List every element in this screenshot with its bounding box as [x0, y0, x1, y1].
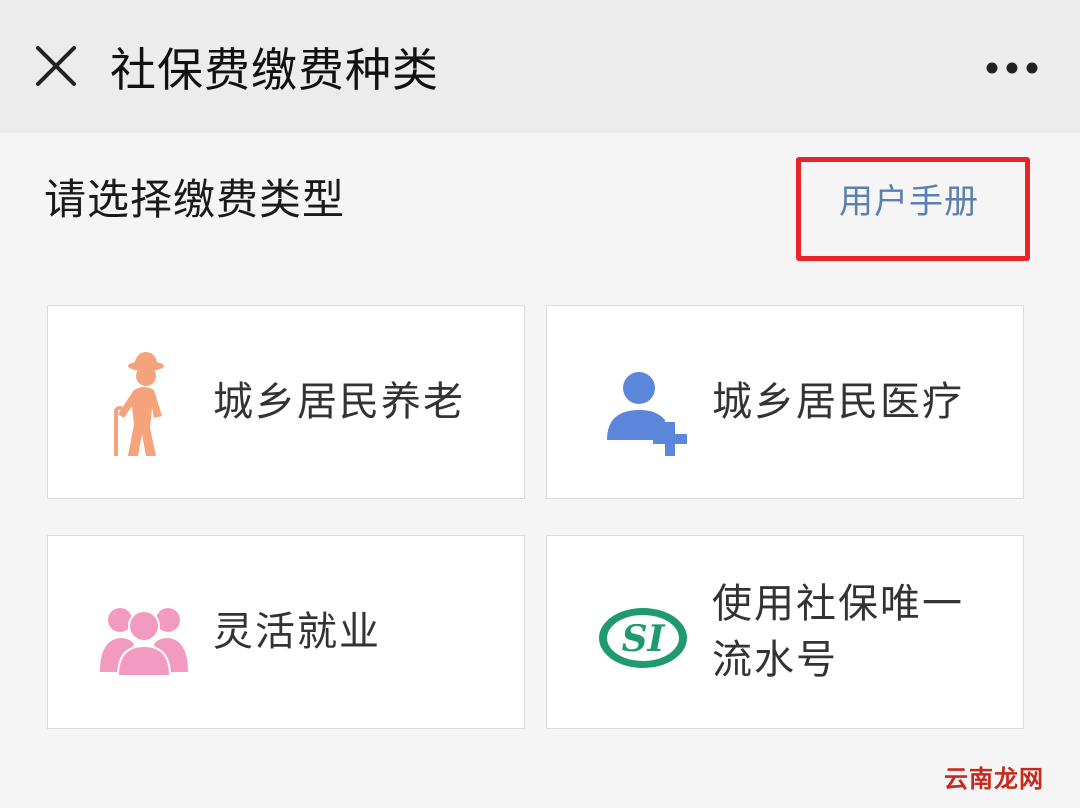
close-icon[interactable]: [30, 40, 82, 92]
card-label: 使用社保唯一 流水号: [712, 576, 992, 688]
card-label: 城乡居民养老: [213, 379, 465, 425]
card-label-line-1: 使用社保唯一: [712, 581, 964, 627]
page-title: 社保费缴费种类: [110, 43, 439, 97]
payment-type-card-pension[interactable]: 城乡居民养老: [47, 305, 525, 499]
card-label: 城乡居民医疗: [712, 379, 964, 425]
payment-type-card-serial-number[interactable]: SI 使用社保唯一 流水号: [546, 535, 1024, 729]
card-label: 灵活就业: [213, 609, 381, 655]
payment-type-card-flexible-employment[interactable]: 灵活就业: [47, 535, 525, 729]
elderly-person-icon: [96, 346, 192, 460]
section-prompt: 请选择缴费类型: [44, 175, 346, 224]
user-manual-link[interactable]: 用户手册: [839, 180, 979, 224]
payment-type-card-medical[interactable]: 城乡居民医疗: [546, 305, 1024, 499]
card-label-line-2: 流水号: [712, 637, 838, 683]
add-person-icon: [595, 346, 691, 460]
svg-text:SI: SI: [622, 618, 666, 660]
social-insurance-logo: SI: [595, 576, 691, 690]
title-bar: 社保费缴费种类: [0, 0, 1080, 133]
more-dots-icon[interactable]: [980, 54, 1044, 82]
group-people-icon: [96, 576, 192, 690]
manual-highlight-box: 用户手册: [796, 157, 1030, 261]
watermark-logo: 云南龙网: [944, 765, 1044, 793]
